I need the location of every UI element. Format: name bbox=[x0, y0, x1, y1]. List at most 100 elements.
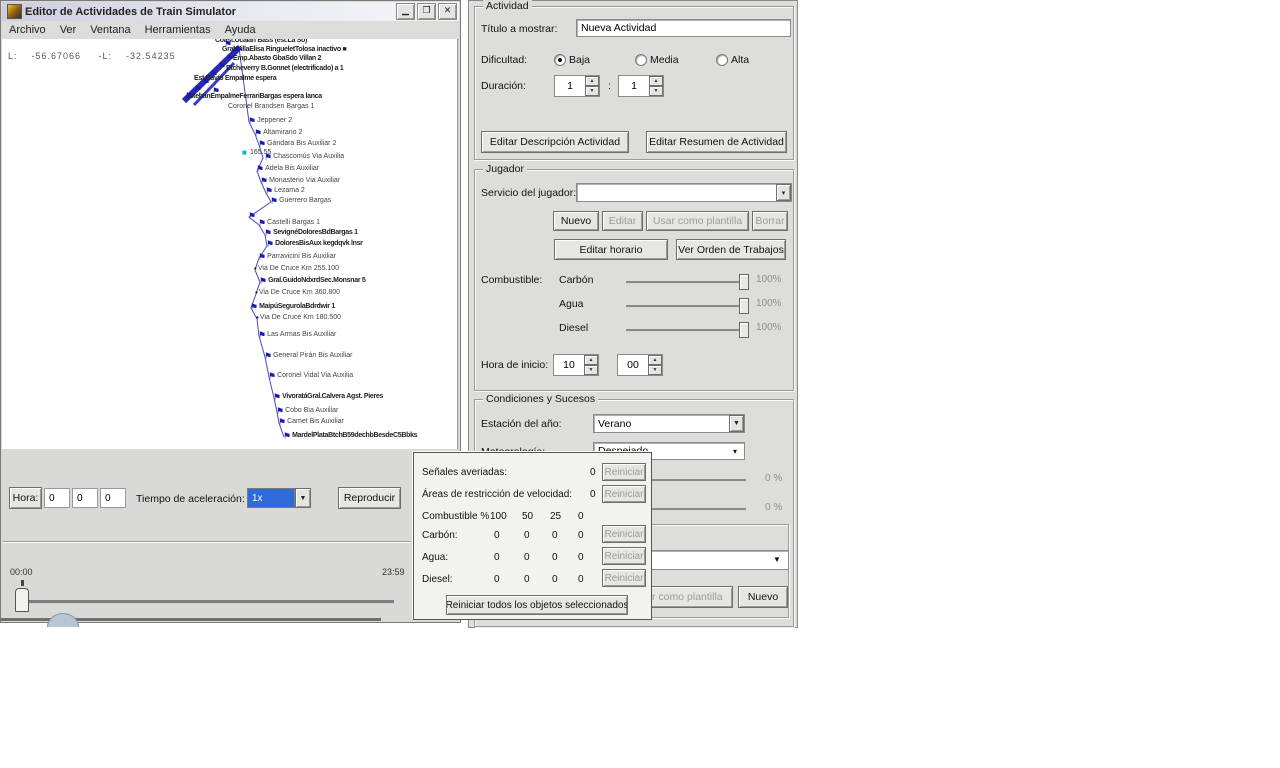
edit-summary-button[interactable]: Editar Resumen de Actividad bbox=[646, 131, 787, 153]
menu-herramientas[interactable]: Herramientas bbox=[138, 24, 218, 36]
areas-reset-button[interactable]: Reiniciar bbox=[602, 485, 646, 503]
play-button[interactable]: Reproducir bbox=[338, 487, 401, 509]
editar-button[interactable]: Editar bbox=[602, 211, 643, 231]
diesel-slider-thumb[interactable] bbox=[739, 322, 749, 338]
map-marker[interactable]: ⚑ bbox=[202, 78, 211, 86]
map-station-g-ndara-bis-auxiliar-2[interactable]: ⚑Gándara Bis Auxiliar 2 bbox=[258, 140, 336, 148]
map-marker[interactable]: ⚑ bbox=[248, 212, 257, 220]
hora-field-3[interactable]: 0 bbox=[100, 488, 126, 508]
map-station-lezama-2[interactable]: ⚑Lezama 2 bbox=[265, 187, 305, 195]
carbon-slider-thumb[interactable] bbox=[739, 274, 749, 290]
map-station-estebanempalmeferraribargas-[interactable]: estebanEmpalmeFerrariBargas espera lanca bbox=[186, 93, 322, 101]
timeline-thumb[interactable] bbox=[15, 588, 29, 612]
accel-combobox[interactable]: 1x bbox=[247, 488, 295, 508]
suceso-nuevo-button[interactable]: Nuevo bbox=[738, 586, 788, 608]
map-station-via-de-cruce-km-360-800[interactable]: •Via De Cruce Km 360.800 bbox=[255, 289, 340, 297]
map-station-chascom-s-via-auxilia[interactable]: ⚑Chascomús Via Auxilia bbox=[264, 153, 344, 161]
map-station-parravicini-bis-auxiliar[interactable]: ⚑Parravicini Bis Auxiliar bbox=[258, 253, 336, 261]
hora-inicio-hours-stepper[interactable]: 10 ▲▼ bbox=[553, 354, 599, 376]
hora-field-2[interactable]: 0 bbox=[72, 488, 98, 508]
menu-archivo[interactable]: Archivo bbox=[2, 24, 53, 36]
map-station-vivorat-gral-calvera-agst-pi[interactable]: ⚑VivoratáGral.Calvera Agst. Pieres bbox=[273, 393, 383, 401]
map-marker[interactable]: ⚑ bbox=[218, 62, 227, 70]
map-marker[interactable]: ⚑ bbox=[232, 46, 241, 54]
radio-baja[interactable] bbox=[554, 54, 566, 66]
duracion-minutes-stepper[interactable]: 1 ▲▼ bbox=[618, 75, 664, 97]
up-arrow-icon[interactable]: ▲ bbox=[648, 355, 662, 365]
duracion-hours-stepper[interactable]: 1 ▲▼ bbox=[554, 75, 600, 97]
edit-description-button[interactable]: Editar Descripción Actividad bbox=[481, 131, 629, 153]
map-marker[interactable]: ■ bbox=[242, 149, 248, 157]
suceso-dropdown-icon[interactable]: ▼ bbox=[773, 555, 781, 564]
map-station-gral-guidondxrdsec-monsnar-5[interactable]: ⚑Gral.GuidoNdxrdSec.Monsnar 5 bbox=[259, 277, 365, 285]
reset-all-button[interactable]: Reiniciar todos los objetos seleccionado… bbox=[446, 595, 628, 615]
map-station-jeppener-2[interactable]: ⚑Jeppener 2 bbox=[248, 117, 292, 125]
menu-ver[interactable]: Ver bbox=[53, 24, 84, 36]
map-marker[interactable]: ⚑ bbox=[212, 87, 221, 95]
editar-horario-button[interactable]: Editar horario bbox=[554, 239, 668, 260]
down-arrow-icon[interactable]: ▼ bbox=[648, 365, 662, 375]
hora-button[interactable]: Hora: bbox=[9, 487, 42, 509]
carbon-slider[interactable] bbox=[626, 281, 746, 284]
agua-slider-thumb[interactable] bbox=[739, 298, 749, 314]
map-station-doloresbisaux-kegdqvk-lnsr[interactable]: ⚑DoloresBisAux kegdqvk lnsr bbox=[266, 240, 363, 248]
estacion-dropdown-icon[interactable]: ▼ bbox=[729, 415, 744, 432]
map-station-emp-abasto-gbasdo-villan-2[interactable]: Emp.Abasto GbaSdo Villan 2 bbox=[233, 55, 321, 63]
map-station-las-armas-bis-auxiliar[interactable]: ⚑Las Armas Bis Auxiliar bbox=[258, 331, 336, 339]
map-station-general-pir-n-bis-auxiliar[interactable]: ⚑General Pirán Bis Auxiliar bbox=[264, 352, 352, 360]
borrar-button[interactable]: Borrar bbox=[752, 211, 788, 231]
map-station-guerrero-bargas[interactable]: ⚑Guerrero Bargas bbox=[270, 197, 331, 205]
map-station-etcheverry-b-gonnet-electrif[interactable]: Etcheverry B.Gonnet (electrificado) a 1 bbox=[226, 65, 343, 73]
map-station-via-de-cruce-km-255-100[interactable]: •Via De Cruce Km 255.100 bbox=[254, 265, 339, 273]
menu-ayuda[interactable]: Ayuda bbox=[218, 24, 263, 36]
servicio-combobox[interactable] bbox=[576, 183, 792, 202]
up-arrow-icon[interactable]: ▲ bbox=[584, 355, 598, 365]
down-arrow-icon[interactable]: ▼ bbox=[649, 86, 663, 96]
map-station-mardelplatabtchb59dechbbesde[interactable]: ⚑MardelPlataBtchB59dechbBesdeC5Bbks bbox=[283, 432, 417, 440]
diesel-reset-button[interactable]: Reiniciar bbox=[602, 569, 646, 587]
up-arrow-icon[interactable]: ▲ bbox=[585, 76, 599, 86]
map-station-castelli-bargas-1[interactable]: ⚑Castelli Bargas 1 bbox=[258, 219, 320, 227]
map-station-monasterio-via-auxiliar[interactable]: ⚑Monasterio Via Auxiliar bbox=[260, 177, 340, 185]
titulo-input[interactable]: Nueva Actividad bbox=[576, 19, 791, 37]
map-station-maip-segurolabdrdwir-1[interactable]: ⚑MaipúSegurolaBdrdwir 1 bbox=[250, 303, 335, 311]
map-marker[interactable]: ⚑ bbox=[226, 54, 235, 62]
estacion-combobox[interactable]: Verano bbox=[593, 414, 745, 433]
map-marker[interactable]: ⚑ bbox=[185, 92, 194, 100]
servicio-dropdown-icon[interactable]: ▾ bbox=[776, 184, 791, 201]
carbon-reset-button[interactable]: Reiniciar bbox=[602, 525, 646, 543]
timeline-track[interactable] bbox=[21, 600, 394, 604]
map-marker[interactable]: ⚑ bbox=[224, 40, 233, 48]
down-arrow-icon[interactable]: ▼ bbox=[584, 365, 598, 375]
close-button[interactable]: ✕ bbox=[438, 3, 457, 20]
down-arrow-icon[interactable]: ▼ bbox=[585, 86, 599, 96]
suceso-combobox[interactable] bbox=[641, 550, 789, 570]
map-station-adela-bis-auxiliar[interactable]: ⚑Adela Bis Auxiliar bbox=[256, 165, 319, 173]
map-station-coronel-vidal-via-auxilia[interactable]: ⚑Coronel Vidal Via Auxilia bbox=[268, 372, 353, 380]
up-arrow-icon[interactable]: ▲ bbox=[649, 76, 663, 86]
route-map[interactable]: L: -56.67066 -L: -32.54235 Coast.Ucalán … bbox=[2, 39, 458, 449]
map-station-via-de-cruce-km-180-500[interactable]: •Via De Cruce Km 180.500 bbox=[256, 314, 341, 322]
ver-orden-button[interactable]: Ver Orden de Trabajos bbox=[676, 239, 786, 260]
hora-inicio-minutes-stepper[interactable]: 00 ▲▼ bbox=[617, 354, 663, 376]
map-marker[interactable]: ⚑ bbox=[210, 70, 219, 78]
map-station-sevign-doloresbdbargas-1[interactable]: ⚑SevignéDoloresBdBargas 1 bbox=[264, 229, 358, 237]
map-station-altamirano-2[interactable]: ⚑Altamirano 2 bbox=[254, 129, 302, 137]
map-station-coronel-brandsen-bargas-1[interactable]: Coronel Brandsen Bargas 1 bbox=[228, 103, 314, 111]
restore-button[interactable]: ❐ bbox=[417, 3, 436, 20]
nuevo-button[interactable]: Nuevo bbox=[553, 211, 599, 231]
agua-reset-button[interactable]: Reiniciar bbox=[602, 547, 646, 565]
usar-plantilla-button[interactable]: Usar como plantilla bbox=[646, 211, 749, 231]
radio-alta[interactable] bbox=[716, 54, 728, 66]
minimize-button[interactable]: ▁ bbox=[396, 3, 415, 20]
title-bar[interactable]: Editor de Actividades de Train Simulator… bbox=[2, 2, 459, 21]
map-station-camet-bis-auxiliar[interactable]: ⚑Camet Bis Auxiliar bbox=[278, 418, 344, 426]
agua-slider[interactable] bbox=[626, 305, 746, 308]
radio-media[interactable] bbox=[635, 54, 647, 66]
diesel-slider[interactable] bbox=[626, 329, 746, 332]
accel-dropdown-icon[interactable]: ▼ bbox=[295, 488, 311, 508]
menu-ventana[interactable]: Ventana bbox=[83, 24, 137, 36]
hora-field-1[interactable]: 0 bbox=[44, 488, 70, 508]
senales-reset-button[interactable]: Reiniciar bbox=[602, 463, 646, 481]
map-station-cobo-bia-auxiliar[interactable]: ⚑Cobo Bia Auxiliar bbox=[276, 407, 338, 415]
